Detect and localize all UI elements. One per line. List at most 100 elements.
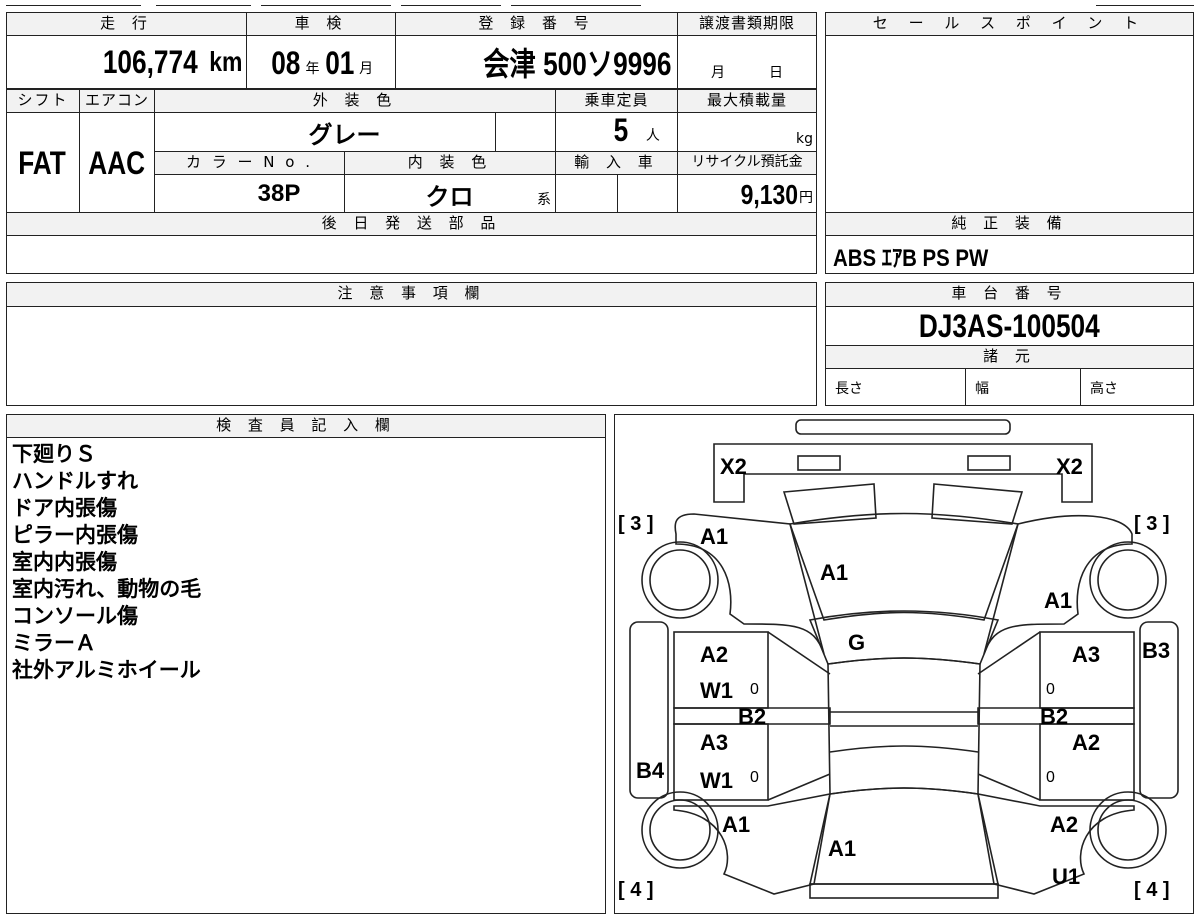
wheel-front-left-inner (649, 549, 711, 611)
later-parts-header: 後 日 発 送 部 品 (6, 212, 817, 236)
chassis-header: 車 台 番 号 (825, 282, 1194, 307)
later-parts-label: 後 日 発 送 部 品 (321, 214, 502, 232)
inspection-month-unit: 月 (359, 61, 374, 77)
windshield-shape (808, 610, 1000, 665)
transfer-header: 譲渡書類期限 (677, 12, 817, 36)
recycle-cell: 9,130 円 (677, 175, 817, 213)
recycle-label: リサイクル預託金 (691, 154, 803, 170)
code-a1-hood: A1 (820, 560, 848, 585)
rear-bumper-shape (809, 883, 999, 899)
maxload-cell: kg (677, 113, 817, 151)
wheel-rear-left-shape (641, 791, 719, 869)
inspection-year: 08 (271, 45, 301, 81)
color-no-label: カ ラ ー N o . (185, 153, 313, 171)
note-line: 室内汚れ、動物の毛 (12, 577, 202, 601)
top-cutoff-row (6, 0, 1194, 6)
code-a3-door-rl: A3 (700, 730, 728, 755)
exterior-value: グレー (308, 121, 381, 149)
code-a1-fender-left: A1 (700, 524, 728, 549)
headlight-left-shape (797, 455, 841, 471)
sales-point-label: セ ー ル ス ポ イ ン ト (872, 14, 1147, 32)
code-a1-fender-right: A1 (1044, 588, 1072, 613)
inspection-cell: 08 年 01 月 (246, 36, 396, 89)
mileage-header: 走 行 (6, 12, 247, 36)
sales-point-box (825, 12, 1194, 213)
capacity-cell: 5 人 (555, 112, 678, 151)
genuine-header: 純 正 装 備 (825, 212, 1194, 236)
wheel-rear-left-inner (649, 799, 711, 861)
specs-height-label: 高さ (1090, 380, 1118, 397)
ac-header: エアコン (79, 89, 155, 113)
shift-label: シフト (17, 91, 69, 109)
inspection-year-unit: 年 (305, 61, 320, 77)
code-a1-rear: A1 (828, 836, 856, 861)
exterior-extra-cell (495, 113, 556, 151)
code-b2-right: B2 (1040, 704, 1068, 729)
genuine-cell: ABS ｴｱB PS PW (833, 236, 1188, 274)
ac-cell: AAC (79, 113, 155, 213)
code-a2-door-rr: A2 (1072, 730, 1100, 755)
interior-label: 内 装 色 (407, 153, 493, 171)
exterior-label: 外 装 色 (312, 91, 398, 109)
mark-zero-rr: 0 (1046, 769, 1055, 786)
tire-front-left-text: [ 3 ] (618, 513, 654, 535)
cabin-divider (829, 711, 979, 753)
chassis-label: 車 台 番 号 (951, 284, 1068, 302)
specs-header: 諸 元 (825, 345, 1194, 369)
code-b3-right: B3 (1142, 638, 1170, 663)
chassis-value: DJ3AS-100504 (919, 307, 1100, 344)
headlight-right-shape (967, 455, 1011, 471)
registration-value: 会津 500ソ9996 (482, 46, 671, 82)
tire-front-right-text: [ 3 ] (1134, 513, 1170, 535)
note-line: ドア内張傷 (12, 496, 117, 520)
interior-value: クロ (425, 183, 474, 211)
shift-value: FAT (18, 144, 67, 181)
registration-cell: 会津 500ソ9996 (395, 36, 678, 89)
capacity-header: 乗車定員 (555, 89, 678, 113)
maxload-unit: kg (796, 131, 813, 147)
note-line: 室内内張傷 (12, 550, 117, 574)
note-line: ピラー内張傷 (12, 523, 138, 547)
color-no-header: カ ラ ー N o . (154, 151, 345, 175)
code-a2-quarter-right: A2 (1050, 812, 1078, 837)
color-no-value: 38P (257, 180, 301, 207)
wheel-front-right-shape (1089, 541, 1167, 619)
door-left-seam (767, 631, 831, 801)
mileage-cell: 106,774 km (6, 36, 247, 89)
exterior-cell: グレー (154, 113, 496, 151)
note-line: 社外アルミホイール (12, 658, 201, 682)
mark-zero-fl: 0 (750, 681, 759, 698)
mileage-value: 106,774 (102, 43, 198, 80)
code-u1-quarter-right: U1 (1052, 864, 1080, 889)
ac-label: エアコン (84, 91, 149, 109)
caution-label: 注 意 事 項 欄 (337, 284, 486, 302)
code-w1-fl: W1 (700, 678, 733, 703)
tire-rear-right-text: [ 4 ] (1134, 879, 1170, 900)
wheel-front-left-shape (641, 541, 719, 619)
interior-header: 内 装 色 (344, 151, 556, 175)
chassis-cell: DJ3AS-100504 (825, 307, 1194, 345)
code-b4-left: B4 (636, 758, 665, 783)
specs-length-cell: 長さ (825, 369, 966, 406)
transfer-day: 日 (769, 65, 783, 81)
car-diagram: [ 3 ] [ 3 ] [ 4 ] [ 4 ] X2 X2 A1 A1 A1 G… (618, 419, 1179, 900)
capacity-unit: 人 (645, 128, 660, 144)
code-a2-door-fl: A2 (700, 642, 728, 667)
capacity-value: 5 (613, 112, 629, 148)
shift-cell: FAT (6, 113, 80, 213)
exterior-header: 外 装 色 (154, 89, 556, 113)
inspector-header: 検 査 員 記 入 欄 (6, 414, 606, 438)
recycle-value: 9,130 (740, 179, 798, 210)
import-label: 輸 入 車 (574, 153, 659, 171)
rear-quarter-left-shape (673, 792, 831, 895)
inspector-label: 検 査 員 記 入 欄 (216, 416, 396, 434)
genuine-label: 純 正 装 備 (951, 214, 1068, 232)
registration-header: 登 録 番 号 (395, 12, 678, 36)
front-body-outline (713, 443, 1093, 503)
capacity-label: 乗車定員 (584, 91, 649, 109)
code-a1-quarter-left: A1 (722, 812, 750, 837)
code-x2-right: X2 (1056, 454, 1083, 479)
genuine-value: ABS ｴｱB PS PW (833, 244, 989, 272)
wheel-rear-right-shape (1089, 791, 1167, 869)
specs-length-label: 長さ (835, 380, 863, 397)
